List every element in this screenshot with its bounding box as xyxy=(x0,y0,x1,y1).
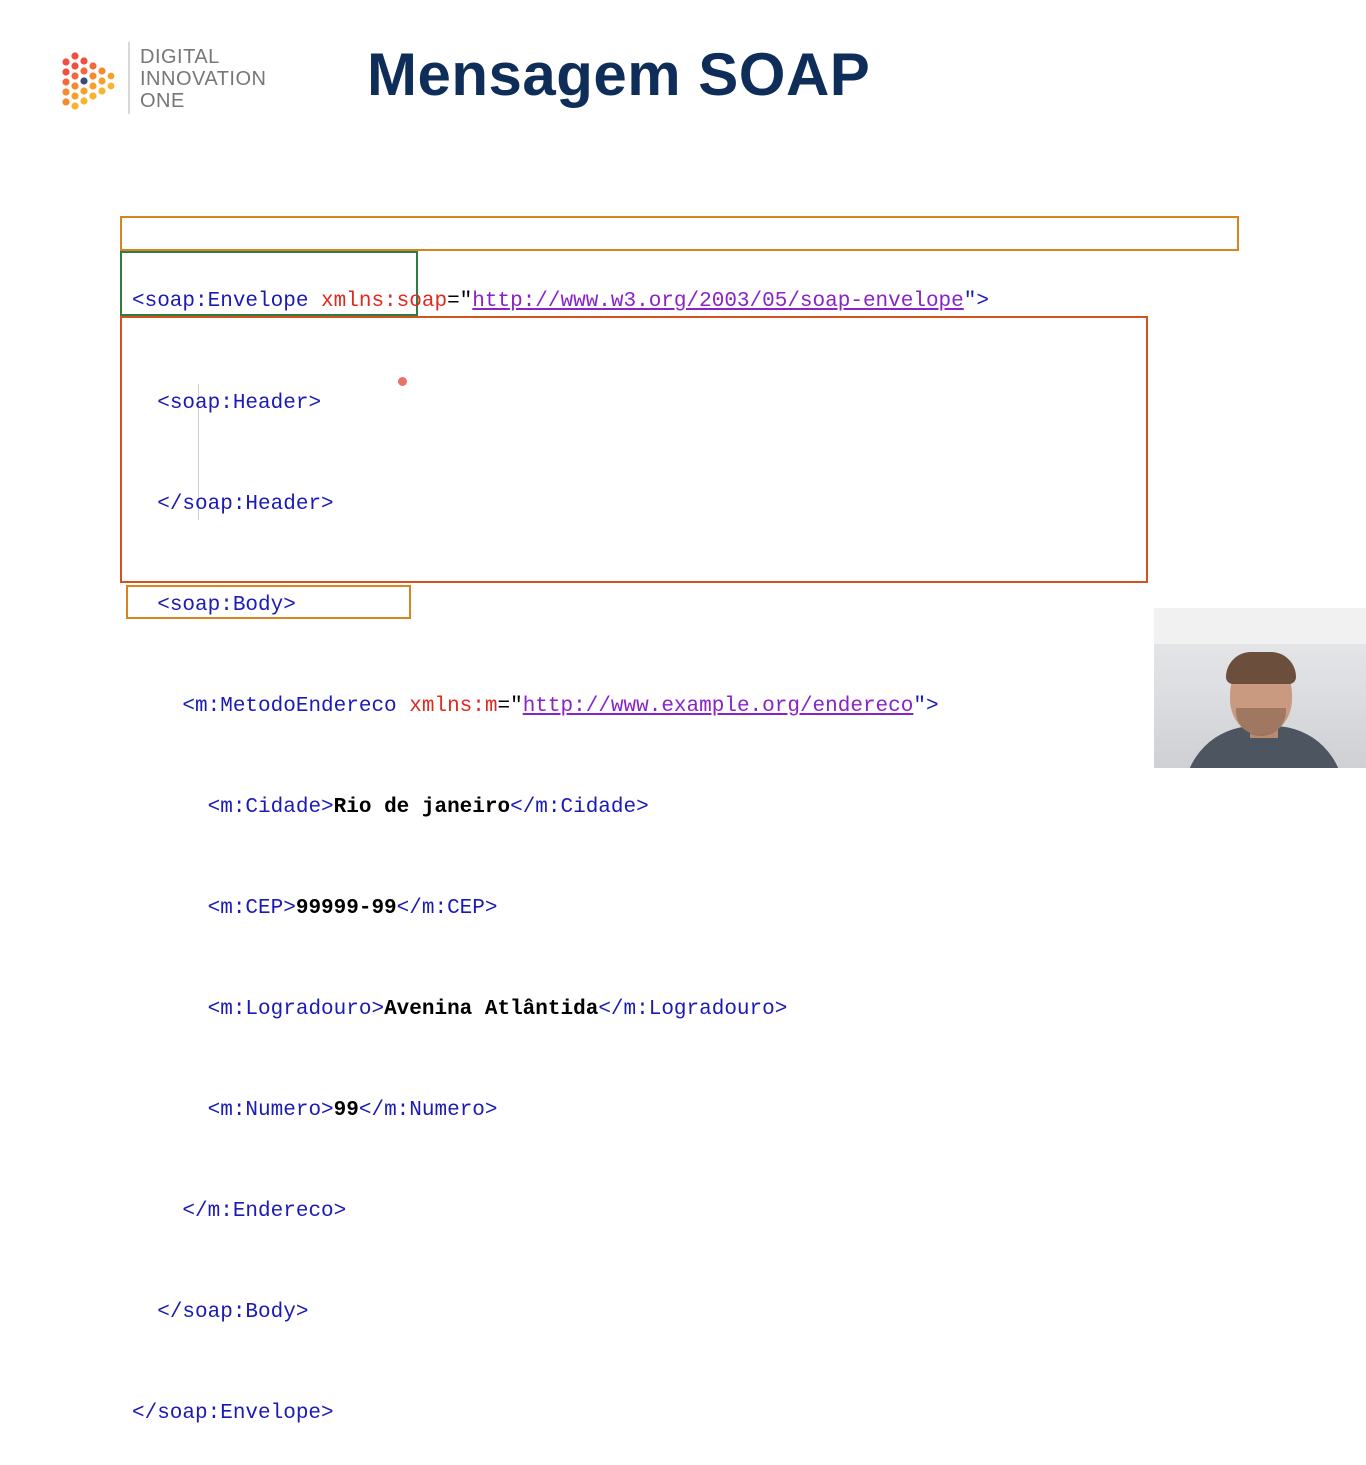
logo-line-2: INNOVATION xyxy=(140,68,267,90)
header-open-tag: <soap:Header> xyxy=(157,391,322,415)
mouse-pointer-highlight xyxy=(398,377,407,386)
code-line-body-open: <soap:Body> xyxy=(132,589,989,623)
body-close-tag: </soap:Body> xyxy=(157,1301,309,1325)
digital-innovation-one-logo: DIGITAL INNOVATION ONE xyxy=(60,42,300,120)
xmlns-m-attr: xmlns:m xyxy=(409,694,498,718)
xmlns-soap-attr: xmlns:soap xyxy=(321,290,448,314)
slide-title: Mensagem SOAP xyxy=(367,41,871,108)
method-open-tag: <m:MetodoEndereco xyxy=(182,694,410,718)
code-line-logradouro: <m:Logradouro>Avenina Atlântida</m:Logra… xyxy=(132,993,989,1027)
logradouro-open-tag: <m:Logradouro> xyxy=(207,998,385,1022)
attr-equals: =" xyxy=(497,694,523,718)
logo-line-1: DIGITAL xyxy=(140,46,220,68)
logradouro-value: Avenina Atlântida xyxy=(384,998,599,1022)
code-line-cidade: <m:Cidade>Rio de janeiro</m:Cidade> xyxy=(132,791,989,825)
envelope-open-tag: <soap:Envelope xyxy=(132,290,322,314)
cep-value: 99999-99 xyxy=(295,896,397,920)
tag-close: "> xyxy=(963,290,989,314)
numero-open-tag: <m:Numero> xyxy=(207,1099,334,1123)
numero-close-tag: </m:Numero> xyxy=(358,1099,498,1123)
presenter-hair xyxy=(1226,652,1296,684)
soap-envelope-link[interactable]: http://www.w3.org/2003/05/soap-envelope xyxy=(472,290,963,313)
logo-divider xyxy=(128,42,130,114)
webcam-background xyxy=(1154,608,1366,644)
endereco-namespace-link[interactable]: http://www.example.org/endereco xyxy=(523,695,914,718)
logo-line-3: ONE xyxy=(140,90,185,112)
method-close-tag: </m:Endereco> xyxy=(182,1200,347,1224)
header-close-tag: </soap:Header> xyxy=(157,492,334,516)
logo-dots-icon xyxy=(62,52,115,110)
code-line-header-close: </soap:Header> xyxy=(132,488,989,522)
code-line-body-close: </soap:Body> xyxy=(132,1296,989,1330)
code-line-cep: <m:CEP>99999-99</m:CEP> xyxy=(132,892,989,926)
code-line-envelope-open: <soap:Envelope xmlns:soap="http://www.w3… xyxy=(132,285,989,319)
body-open-tag: <soap:Body> xyxy=(157,593,296,617)
cep-open-tag: <m:CEP> xyxy=(207,896,296,920)
numero-value: 99 xyxy=(333,1099,359,1123)
logo-wordmark: DIGITAL INNOVATION ONE xyxy=(140,46,266,112)
cidade-close-tag: </m:Cidade> xyxy=(510,795,649,819)
cidade-open-tag: <m:Cidade> xyxy=(207,795,334,819)
logradouro-close-tag: </m:Logradouro> xyxy=(598,998,788,1022)
soap-xml-code: <soap:Envelope xmlns:soap="http://www.w3… xyxy=(132,218,989,1465)
cidade-value: Rio de janeiro xyxy=(333,795,511,819)
code-line-method-close: </m:Endereco> xyxy=(132,1195,989,1229)
code-line-numero: <m:Numero>99</m:Numero> xyxy=(132,1094,989,1128)
code-line-header-open: <soap:Header> xyxy=(132,387,989,421)
attr-equals: =" xyxy=(447,290,473,314)
cep-close-tag: </m:CEP> xyxy=(396,896,498,920)
presenter-webcam xyxy=(1154,608,1366,768)
code-line-envelope-close: </soap:Envelope> xyxy=(132,1397,989,1431)
tag-close: "> xyxy=(913,694,939,718)
envelope-close-tag: </soap:Envelope> xyxy=(132,1402,334,1426)
code-line-method-open: <m:MetodoEndereco xmlns:m="http://www.ex… xyxy=(132,690,989,724)
